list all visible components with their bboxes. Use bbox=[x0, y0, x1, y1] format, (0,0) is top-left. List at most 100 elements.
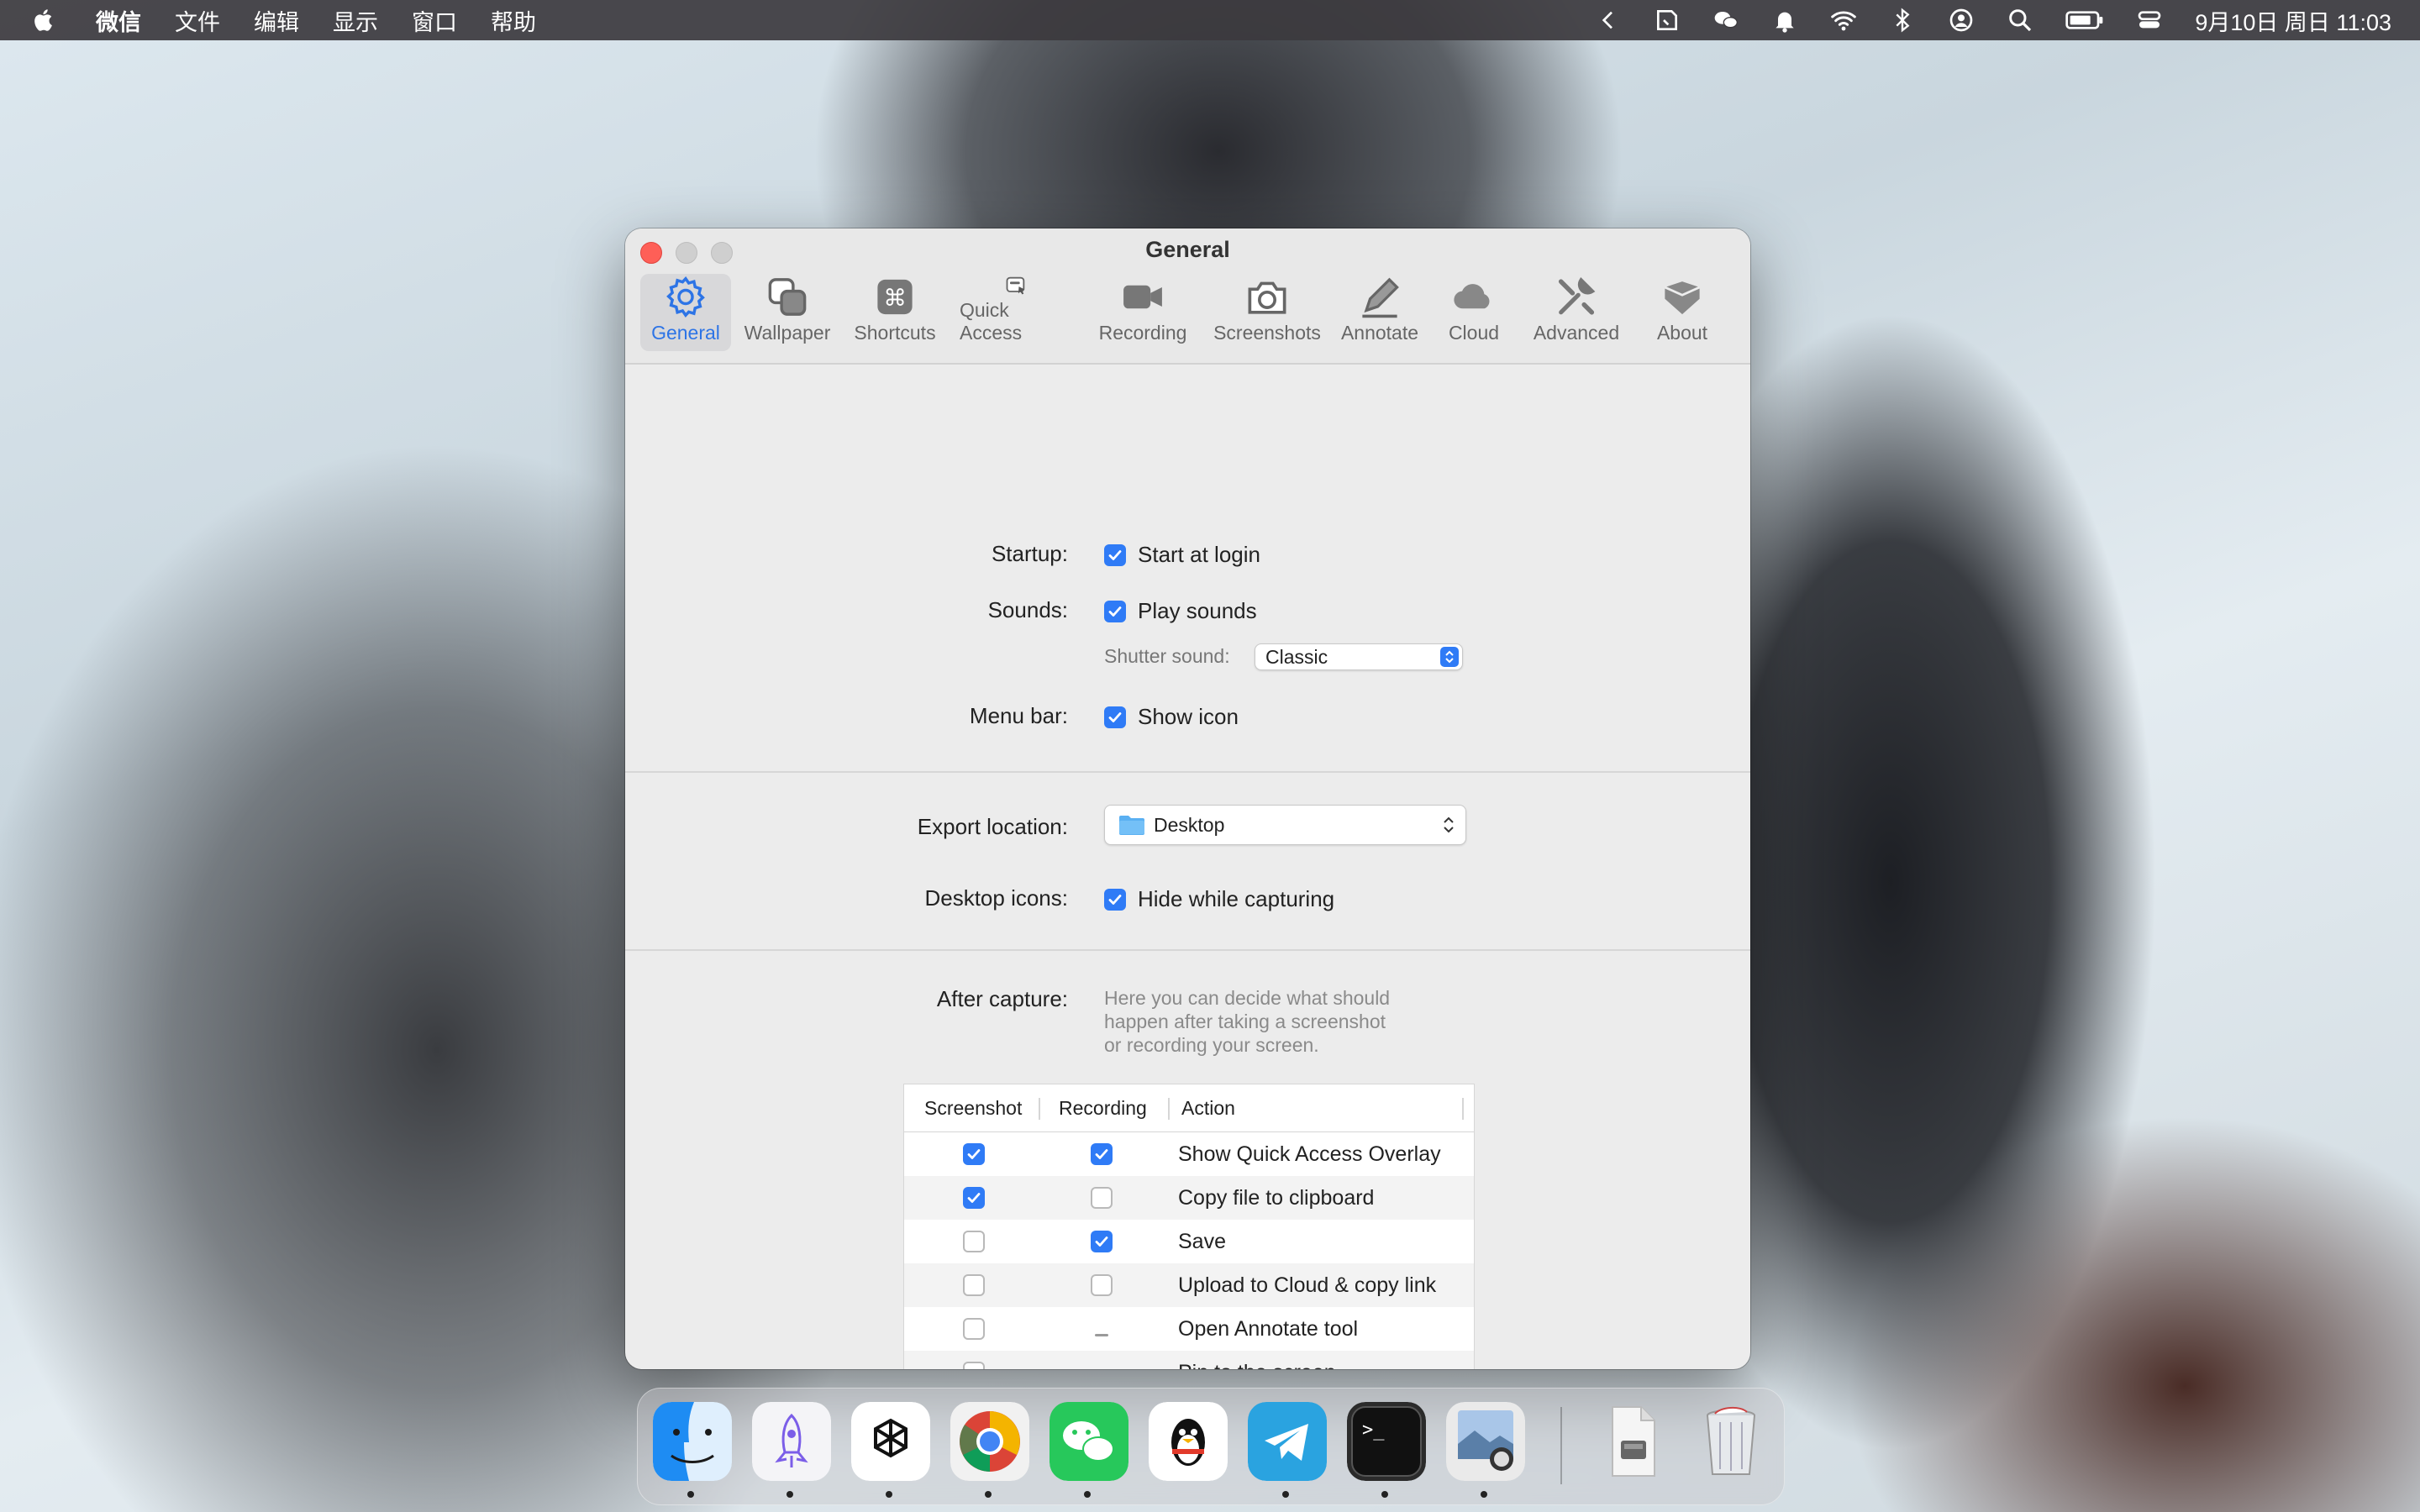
start-at-login-row[interactable]: Start at login bbox=[1104, 542, 1260, 568]
control-center-icon[interactable] bbox=[2136, 7, 2163, 34]
menu-bar-clock[interactable]: 9月10日 周日 11:03 bbox=[2195, 4, 2391, 37]
user-icon[interactable] bbox=[1948, 7, 1975, 34]
wifi-icon[interactable] bbox=[1830, 7, 1857, 34]
tab-about[interactable]: About bbox=[1637, 274, 1728, 351]
not-applicable-dash bbox=[1091, 1368, 1113, 1370]
tab-cloud-label: Cloud bbox=[1448, 322, 1500, 344]
tab-screenshots[interactable]: Screenshots bbox=[1207, 274, 1328, 351]
after-capture-table: Screenshot Recording Action Show Quick A… bbox=[903, 1084, 1475, 1369]
wechat-icon[interactable] bbox=[1712, 7, 1739, 34]
checkbox-checked[interactable] bbox=[1091, 1231, 1113, 1252]
disk-image-icon[interactable] bbox=[1592, 1402, 1671, 1481]
terminal-icon[interactable]: >_ bbox=[1347, 1402, 1426, 1481]
cloud-icon bbox=[1454, 284, 1490, 309]
hide-while-capturing-checkbox[interactable] bbox=[1104, 888, 1126, 911]
telegram-icon[interactable] bbox=[1248, 1402, 1327, 1481]
menu-app-name[interactable]: 微信 bbox=[96, 4, 141, 37]
select-stepper-icon bbox=[1440, 647, 1459, 667]
table-body: Show Quick Access Overlay Copy file to cl… bbox=[904, 1132, 1474, 1369]
shutter-sound-label: Shutter sound: bbox=[1104, 645, 1230, 667]
screenshot-cell bbox=[963, 1274, 985, 1302]
tab-general[interactable]: General bbox=[640, 274, 731, 351]
menu-window[interactable]: 窗口 bbox=[412, 4, 457, 37]
export-location-select[interactable]: Desktop bbox=[1104, 805, 1466, 845]
section-divider bbox=[625, 771, 1750, 773]
spotlight-icon[interactable] bbox=[2007, 7, 2033, 34]
preview-icon[interactable] bbox=[1446, 1402, 1525, 1481]
checkbox-unchecked[interactable] bbox=[1091, 1187, 1113, 1209]
after-capture-help: Here you can decide what should happen a… bbox=[1104, 986, 1390, 1057]
play-sounds-label: Play sounds bbox=[1138, 598, 1257, 623]
tab-shortcuts[interactable]: ⌘ Shortcuts bbox=[844, 274, 946, 351]
menu-view[interactable]: 显示 bbox=[333, 4, 378, 37]
chevron-left-icon[interactable] bbox=[1595, 7, 1622, 34]
column-header-recording[interactable]: Recording bbox=[1059, 1084, 1147, 1131]
play-sounds-row[interactable]: Play sounds bbox=[1104, 598, 1257, 624]
column-header-action[interactable]: Action bbox=[1181, 1084, 1235, 1131]
tab-wallpaper[interactable]: Wallpaper bbox=[738, 274, 837, 351]
chatgpt-icon[interactable] bbox=[851, 1402, 930, 1481]
notification-bell-icon[interactable] bbox=[1771, 7, 1798, 34]
checkmark-icon bbox=[1108, 549, 1122, 560]
finder-icon[interactable] bbox=[653, 1402, 732, 1481]
desktop-icons-label: Desktop icons: bbox=[924, 885, 1068, 911]
show-icon-row[interactable]: Show icon bbox=[1104, 704, 1239, 730]
screenshot-cell bbox=[963, 1143, 985, 1168]
tab-annotate[interactable]: Annotate bbox=[1334, 274, 1425, 351]
dock: >_ bbox=[637, 1388, 1785, 1505]
play-sounds-checkbox[interactable] bbox=[1104, 600, 1126, 622]
bluetooth-icon[interactable] bbox=[1889, 7, 1916, 34]
menu-edit[interactable]: 编辑 bbox=[254, 4, 299, 37]
cleanshot-icon[interactable] bbox=[1654, 7, 1681, 34]
pencil-icon bbox=[1362, 277, 1399, 318]
checkbox-unchecked[interactable] bbox=[963, 1318, 985, 1340]
start-at-login-checkbox[interactable] bbox=[1104, 543, 1126, 566]
menu-file[interactable]: 文件 bbox=[175, 4, 220, 37]
tab-advanced[interactable]: Advanced bbox=[1523, 274, 1630, 351]
table-row: Open Annotate tool bbox=[904, 1307, 1474, 1351]
checkbox-unchecked[interactable] bbox=[963, 1274, 985, 1296]
tab-recording[interactable]: Recording bbox=[1086, 274, 1200, 351]
trash-icon[interactable] bbox=[1691, 1402, 1770, 1481]
recording-cell bbox=[1091, 1318, 1113, 1347]
checkbox-checked[interactable] bbox=[963, 1143, 985, 1165]
shutter-sound-select[interactable]: Classic bbox=[1255, 643, 1463, 670]
section-divider bbox=[625, 949, 1750, 951]
checkmark-icon bbox=[967, 1193, 981, 1203]
help-line: happen after taking a screenshot bbox=[1104, 1011, 1386, 1032]
show-icon-checkbox[interactable] bbox=[1104, 706, 1126, 728]
after-capture-label: After capture: bbox=[936, 986, 1068, 1011]
general-settings-pane: Startup: Start at login Sounds: Play sou… bbox=[625, 365, 1750, 1369]
not-applicable-dash bbox=[1091, 1325, 1113, 1347]
tab-quick-access[interactable]: Quick Access bbox=[953, 274, 1079, 351]
screenshot-cell bbox=[963, 1318, 985, 1346]
recording-cell bbox=[1091, 1362, 1113, 1369]
qq-penguin-icon[interactable] bbox=[1149, 1402, 1228, 1481]
checkbox-checked[interactable] bbox=[1091, 1143, 1113, 1165]
start-at-login-label: Start at login bbox=[1138, 542, 1260, 567]
folder-icon bbox=[1119, 816, 1144, 835]
apple-logo-icon[interactable] bbox=[32, 8, 57, 33]
running-indicator bbox=[1282, 1491, 1289, 1498]
rocket-launcher-icon[interactable] bbox=[752, 1402, 831, 1481]
window-title: General bbox=[1145, 237, 1230, 262]
tab-shortcuts-label: Shortcuts bbox=[854, 322, 936, 344]
hide-while-capturing-row[interactable]: Hide while capturing bbox=[1104, 886, 1334, 912]
menu-help[interactable]: 帮助 bbox=[491, 4, 536, 37]
checkbox-checked[interactable] bbox=[963, 1187, 985, 1209]
recording-cell bbox=[1091, 1187, 1113, 1215]
svg-text:⌘: ⌘ bbox=[883, 285, 907, 312]
column-divider bbox=[1168, 1098, 1170, 1120]
recording-cell bbox=[1091, 1143, 1113, 1168]
quick-access-icon bbox=[1006, 276, 1025, 295]
checkbox-unchecked[interactable] bbox=[963, 1231, 985, 1252]
column-header-screenshot[interactable]: Screenshot bbox=[924, 1084, 1022, 1131]
checkmark-icon bbox=[1108, 894, 1122, 905]
wechat-icon[interactable] bbox=[1050, 1402, 1128, 1481]
chrome-icon[interactable] bbox=[950, 1402, 1029, 1481]
checkbox-unchecked[interactable] bbox=[1091, 1274, 1113, 1296]
hide-while-capturing-label: Hide while capturing bbox=[1138, 886, 1335, 911]
tab-cloud[interactable]: Cloud bbox=[1432, 274, 1516, 351]
checkbox-unchecked[interactable] bbox=[963, 1362, 985, 1369]
dock-separator bbox=[1560, 1407, 1562, 1484]
